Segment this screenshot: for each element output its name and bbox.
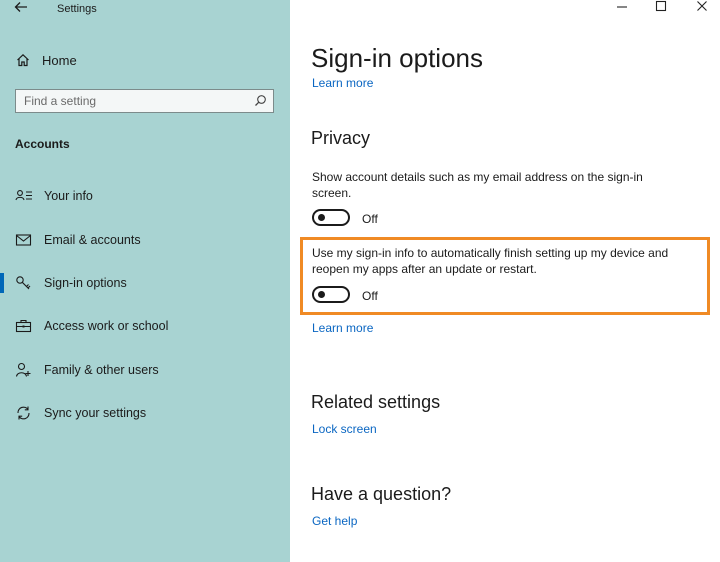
key-icon [16, 276, 31, 290]
sidebar: Settings Home Accounts Your info Email & [0, 0, 290, 562]
home-icon [17, 53, 29, 67]
account-details-toggle-state: Off [362, 212, 378, 226]
selection-indicator [0, 273, 4, 293]
learn-more-link[interactable]: Learn more [312, 321, 373, 335]
briefcase-icon [15, 319, 32, 333]
sidebar-item-sync-settings[interactable]: Sync your settings [0, 400, 290, 426]
maximize-button[interactable] [643, 0, 679, 18]
get-help-link[interactable]: Get help [312, 514, 357, 528]
minimize-button[interactable] [604, 0, 640, 18]
sidebar-item-label: Your info [44, 189, 93, 203]
sidebar-item-label: Sign-in options [44, 276, 127, 290]
search-icon[interactable] [254, 94, 267, 112]
maximize-icon [655, 0, 667, 12]
account-details-toggle[interactable] [312, 209, 350, 226]
section-heading: Accounts [15, 137, 70, 151]
search-input[interactable] [24, 92, 244, 110]
sidebar-item-label: Email & accounts [44, 233, 141, 247]
toggle-knob [318, 214, 325, 221]
person-add-icon [15, 362, 31, 377]
sync-icon [17, 406, 30, 420]
related-settings-heading: Related settings [311, 392, 441, 412]
home-nav-item[interactable]: Home [16, 51, 77, 69]
sidebar-item-email-accounts[interactable]: Email & accounts [0, 227, 290, 253]
window-title: Settings [57, 3, 97, 15]
toggle-knob [318, 291, 325, 298]
arrow-left-icon [14, 2, 27, 12]
close-icon [697, 1, 707, 11]
sidebar-item-sign-in-options[interactable]: Sign-in options [0, 270, 290, 296]
lock-screen-link[interactable]: Lock screen [312, 422, 377, 436]
page-title: Sign-in options [311, 43, 483, 73]
back-button[interactable] [14, 0, 28, 19]
sign-in-info-toggle[interactable] [312, 286, 350, 303]
sidebar-item-label: Sync your settings [44, 406, 147, 420]
close-button[interactable] [684, 0, 720, 18]
sidebar-item-access-work-school[interactable]: Access work or school [0, 313, 290, 339]
sidebar-item-family-users[interactable]: Family & other users [0, 357, 290, 383]
learn-more-link-top[interactable]: Learn more [312, 76, 373, 88]
sign-in-info-description: Use my sign-in info to automatically fin… [312, 246, 669, 276]
sidebar-item-label: Access work or school [44, 319, 169, 333]
sign-in-info-toggle-state: Off [362, 289, 378, 303]
account-details-description: Show account details such as my email ad… [312, 170, 643, 200]
privacy-heading: Privacy [311, 128, 371, 148]
sidebar-item-label: Family & other users [44, 363, 159, 377]
home-label: Home [42, 52, 77, 68]
search-box[interactable] [15, 89, 274, 113]
sidebar-item-your-info[interactable]: Your info [0, 183, 290, 209]
minimize-icon [617, 6, 627, 8]
have-a-question-heading: Have a question? [311, 484, 452, 504]
person-card-icon [15, 190, 32, 201]
mail-icon [15, 234, 32, 246]
